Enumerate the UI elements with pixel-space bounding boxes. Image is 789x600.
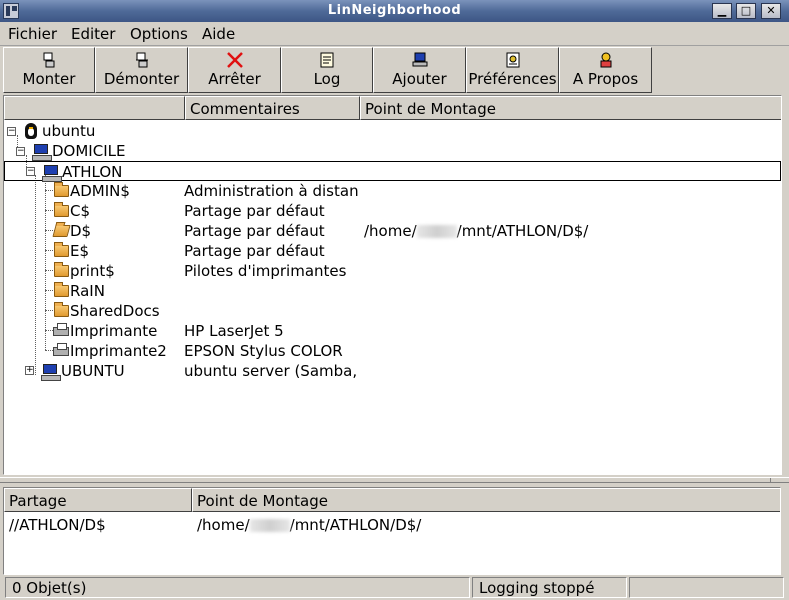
add-label: Ajouter	[392, 70, 447, 88]
network-tree-panel[interactable]: Commentaires Point de Montage − ubuntu −…	[3, 95, 782, 475]
mounted-share-row[interactable]: //ATHLON/D$ /home//mnt/ATHLON/D$/	[4, 515, 780, 535]
tree-printer-row[interactable]: Imprimante2 EPSON Stylus COLOR	[4, 341, 781, 361]
collapse-icon[interactable]: −	[7, 127, 16, 136]
tree-workgroup-label: DOMICILE	[52, 142, 126, 160]
maximize-button[interactable]: □	[736, 3, 756, 19]
folder-icon	[54, 202, 69, 217]
unmount-label: Démonter	[103, 70, 180, 88]
tree-share-row[interactable]: RaIN	[4, 281, 781, 301]
status-logging: Logging stoppé	[472, 577, 627, 598]
column-header-comments[interactable]: Commentaires	[185, 96, 360, 120]
tree-share-row[interactable]: C$ Partage par défaut	[4, 201, 781, 221]
stop-button[interactable]: Arrêter	[188, 47, 281, 93]
printer-icon	[53, 323, 69, 336]
tree-root-label: ubuntu	[42, 122, 96, 140]
tree-host-ubuntu[interactable]: + UBUNTU ubuntu server (Samba,	[4, 361, 781, 381]
collapse-icon[interactable]: −	[26, 167, 35, 176]
column-header-mountpoint[interactable]: Point de Montage	[192, 488, 780, 512]
expand-icon[interactable]: +	[25, 366, 34, 375]
tree-host-athlon[interactable]: − ATHLON	[4, 161, 781, 182]
log-button[interactable]: Log	[281, 47, 373, 93]
about-icon	[600, 52, 611, 68]
status-bar: 0 Objet(s) Logging stoppé	[0, 577, 789, 600]
printer-icon	[53, 343, 69, 356]
mount-label: Monter	[22, 70, 76, 88]
computer-icon	[41, 364, 61, 381]
column-header-share[interactable]: Partage	[4, 488, 192, 512]
window-title: LinNeighborhood	[327, 3, 462, 18]
tree-share-row[interactable]: E$ Partage par défaut	[4, 241, 781, 261]
tree-workgroup[interactable]: − DOMICILE	[4, 141, 781, 161]
minimize-button[interactable]: ▁	[712, 3, 732, 19]
tree-printer-row[interactable]: Imprimante HP LaserJet 5	[4, 321, 781, 341]
folder-icon	[54, 182, 69, 197]
collapse-icon[interactable]: −	[16, 147, 25, 156]
log-icon	[320, 52, 334, 68]
folder-icon	[54, 242, 69, 257]
workgroup-icon	[32, 144, 52, 161]
mount-icon	[43, 52, 55, 68]
title-bar[interactable]: LinNeighborhood ▁ □ ✕	[0, 0, 789, 22]
toolbar: Monter Démonter Arrêter Log Ajouter Préf…	[3, 47, 786, 93]
folder-icon	[54, 282, 69, 297]
linux-penguin-icon	[25, 123, 37, 139]
computer-icon	[42, 165, 62, 182]
tree-share-row[interactable]: SharedDocs	[4, 301, 781, 321]
mount-path: /home//mnt/ATHLON/D$/	[197, 516, 422, 534]
preferences-label: Préférences	[468, 70, 557, 88]
close-button[interactable]: ✕	[761, 3, 781, 19]
status-object-count: 0 Objet(s)	[5, 577, 470, 598]
tree-root[interactable]: − ubuntu	[4, 121, 781, 141]
preferences-button[interactable]: Préférences	[466, 47, 559, 93]
tree-share-row[interactable]: print$ Pilotes d'imprimantes	[4, 261, 781, 281]
unmount-button[interactable]: Démonter	[95, 47, 188, 93]
status-empty	[629, 577, 784, 598]
tree-host-label: ATHLON	[62, 163, 123, 181]
column-header-name[interactable]	[4, 96, 185, 120]
column-header-mountpoint[interactable]: Point de Montage	[360, 96, 781, 120]
preferences-icon	[506, 52, 519, 68]
stop-icon	[226, 52, 243, 68]
about-label: A Propos	[572, 70, 639, 88]
menu-aide[interactable]: Aide	[202, 25, 235, 43]
menu-options[interactable]: Options	[130, 25, 188, 43]
menu-editer[interactable]: Editer	[71, 25, 115, 43]
add-button[interactable]: Ajouter	[373, 47, 466, 93]
tree-share-row[interactable]: ADMIN$ Administration à distanc	[4, 181, 781, 201]
redacted-username	[249, 519, 290, 532]
folder-open-icon	[52, 225, 71, 237]
menu-bar: Fichier Editer Options Aide	[0, 22, 789, 46]
about-button[interactable]: A Propos	[559, 47, 652, 93]
pane-splitter[interactable]	[0, 477, 789, 483]
log-label: Log	[313, 70, 341, 88]
tree-share-row[interactable]: D$ Partage par défaut /home//mnt/ATHLON/…	[4, 221, 781, 241]
folder-icon	[54, 302, 69, 317]
redacted-username	[416, 225, 457, 238]
stop-label: Arrêter	[208, 70, 261, 88]
mounted-shares-panel[interactable]: Partage Point de Montage //ATHLON/D$ /ho…	[3, 487, 781, 575]
folder-icon	[54, 262, 69, 277]
unmount-icon	[135, 52, 148, 68]
mount-button[interactable]: Monter	[3, 47, 95, 93]
add-icon	[412, 52, 427, 67]
mount-path: /home//mnt/ATHLON/D$/	[364, 222, 589, 240]
menu-fichier[interactable]: Fichier	[8, 25, 57, 43]
